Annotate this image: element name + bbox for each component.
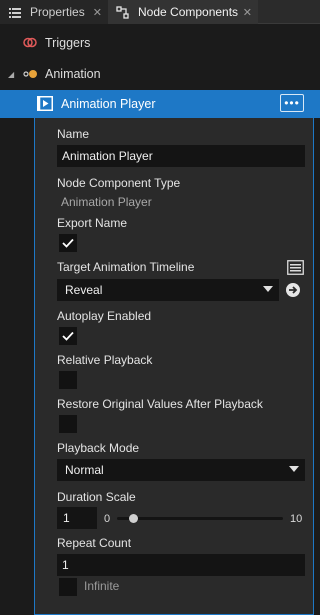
list-icon xyxy=(8,5,22,19)
autoplay-enabled-label: Autoplay Enabled xyxy=(57,309,152,323)
expand-caret-icon[interactable]: ◢ xyxy=(8,70,14,79)
tree-item-label: Animation Player xyxy=(61,97,156,111)
node-component-panel: Name Animation Player Node Component Typ… xyxy=(34,118,314,615)
tab-properties[interactable]: Properties ✕ xyxy=(0,0,108,24)
tab-node-components[interactable]: Node Components ✕ xyxy=(108,0,258,24)
restore-original-values-label: Restore Original Values After Playback xyxy=(57,397,263,411)
repeat-count-label: Repeat Count xyxy=(57,536,132,550)
target-animation-timeline-select[interactable]: Reveal xyxy=(57,279,279,301)
animation-player-icon xyxy=(37,96,53,111)
node-component-type-label: Node Component Type xyxy=(57,176,181,190)
tab-bar: Properties ✕ Node Components ✕ xyxy=(0,0,320,24)
duration-scale-input[interactable]: 1 xyxy=(57,507,97,529)
target-animation-timeline-value: Reveal xyxy=(65,283,103,297)
repeat-count-input[interactable]: 1 xyxy=(57,554,305,576)
triggers-icon xyxy=(23,37,37,48)
duration-scale-min: 0 xyxy=(104,513,111,525)
export-name-checkbox[interactable] xyxy=(59,234,77,252)
duration-scale-label: Duration Scale xyxy=(57,490,136,504)
autoplay-enabled-checkbox[interactable] xyxy=(59,327,77,345)
tree-item-animation[interactable]: ◢ Animation xyxy=(0,60,320,88)
playback-mode-select[interactable]: Normal xyxy=(57,459,305,481)
export-name-label: Export Name xyxy=(57,216,128,230)
target-animation-timeline-label: Target Animation Timeline xyxy=(57,260,195,274)
node-components-icon xyxy=(116,5,130,19)
tab-node-components-label: Node Components xyxy=(138,5,239,19)
timeline-editor-icon[interactable] xyxy=(287,260,304,275)
tab-properties-label: Properties xyxy=(30,5,85,19)
infinite-label: Infinite xyxy=(84,579,120,593)
tree-item-animation-player[interactable]: Animation Player ••• xyxy=(0,90,320,118)
restore-original-values-checkbox[interactable] xyxy=(59,415,77,433)
infinite-checkbox[interactable] xyxy=(59,578,77,596)
relative-playback-label: Relative Playback xyxy=(57,353,153,367)
tree-item-triggers[interactable]: Triggers xyxy=(0,29,320,57)
duration-scale-max: 10 xyxy=(290,513,303,525)
node-component-type-value: Animation Player xyxy=(61,195,152,209)
close-icon[interactable]: ✕ xyxy=(93,6,102,19)
checkmark-icon xyxy=(62,238,74,248)
name-label: Name xyxy=(57,127,90,141)
animation-icon xyxy=(23,68,39,80)
relative-playback-checkbox[interactable] xyxy=(59,371,77,389)
playback-mode-value: Normal xyxy=(65,463,104,477)
chevron-down-icon xyxy=(263,286,273,292)
close-icon[interactable]: ✕ xyxy=(243,6,252,19)
checkmark-icon xyxy=(62,331,74,341)
go-to-timeline-icon[interactable] xyxy=(285,282,301,298)
duration-scale-slider-track[interactable] xyxy=(117,517,283,520)
chevron-down-icon xyxy=(289,466,299,472)
name-input[interactable]: Animation Player xyxy=(57,145,305,167)
tree-item-label: Animation xyxy=(45,67,101,81)
duration-scale-slider-thumb[interactable] xyxy=(129,514,139,523)
more-options-button[interactable]: ••• xyxy=(280,94,304,112)
playback-mode-label: Playback Mode xyxy=(57,441,140,455)
tree-item-label: Triggers xyxy=(45,36,91,50)
